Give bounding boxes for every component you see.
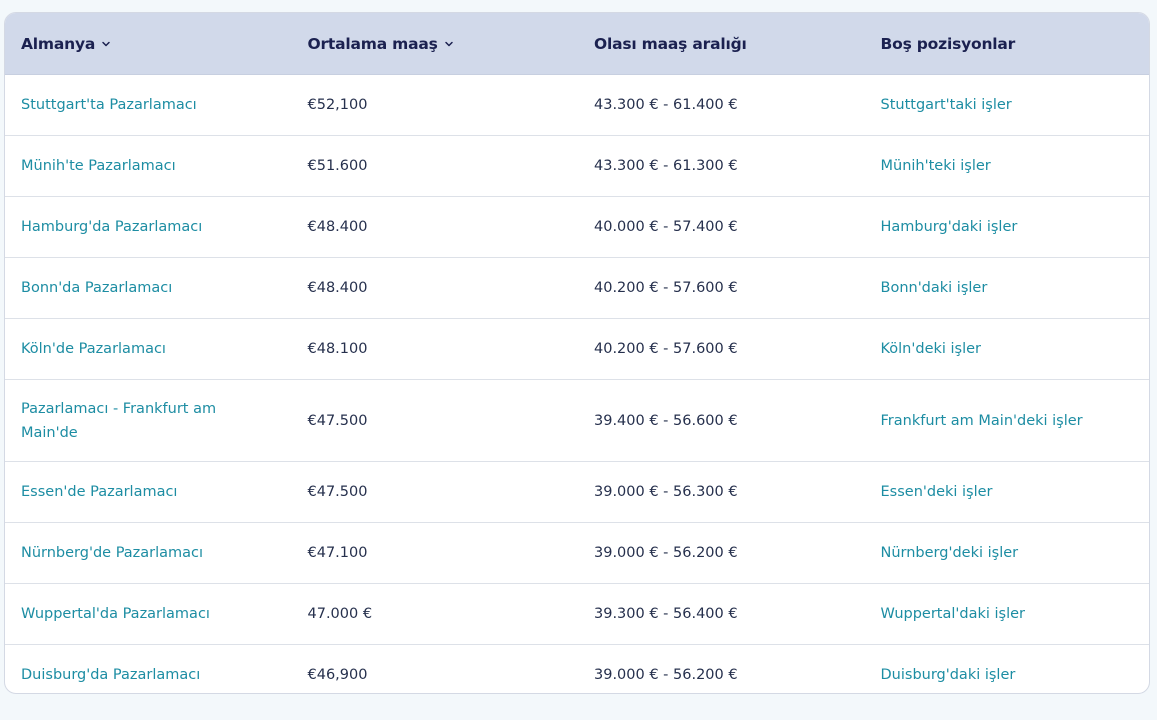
avg-salary: €52,100 bbox=[307, 97, 368, 113]
jobs-link[interactable]: Hamburg'daki işler bbox=[881, 215, 1018, 239]
job-title-link[interactable]: Hamburg'da Pazarlamacı bbox=[21, 215, 232, 239]
salary-range: 43.300 € - 61.300 € bbox=[594, 158, 738, 174]
job-title-link[interactable]: Wuppertal'da Pazarlamacı bbox=[21, 602, 240, 626]
jobs-link[interactable]: Frankfurt am Main'deki işler bbox=[881, 409, 1083, 433]
avg-salary: €48.400 bbox=[307, 219, 368, 235]
salary-range: 40.200 € - 57.600 € bbox=[594, 341, 738, 357]
avg-salary: €47.100 bbox=[307, 545, 368, 561]
jobs-link[interactable]: Essen'deki işler bbox=[881, 480, 993, 504]
table-row: Stuttgart'ta Pazarlamacı €52,100 43.300 … bbox=[5, 75, 1149, 136]
chevron-down-icon bbox=[102, 41, 110, 46]
jobs-link[interactable]: Duisburg'daki işler bbox=[881, 663, 1016, 687]
header-range-label: Olası maaş aralığı bbox=[594, 34, 747, 53]
job-title-link[interactable]: Pazarlamacı - Frankfurt am Main'de bbox=[21, 397, 292, 445]
avg-salary: €51.600 bbox=[307, 158, 368, 174]
table-row: Münih'te Pazarlamacı €51.600 43.300 € - … bbox=[5, 136, 1149, 197]
table-row: Pazarlamacı - Frankfurt am Main'de €47.5… bbox=[5, 380, 1149, 462]
job-title-link[interactable]: Stuttgart'ta Pazarlamacı bbox=[21, 93, 227, 117]
jobs-link[interactable]: Nürnberg'deki işler bbox=[881, 541, 1019, 565]
table-row: Hamburg'da Pazarlamacı €48.400 40.000 € … bbox=[5, 197, 1149, 258]
table-row: Essen'de Pazarlamacı €47.500 39.000 € - … bbox=[5, 462, 1149, 523]
salary-range: 43.300 € - 61.400 € bbox=[594, 97, 738, 113]
salary-range: 39.000 € - 56.200 € bbox=[594, 667, 738, 683]
job-title-link[interactable]: Bonn'da Pazarlamacı bbox=[21, 276, 202, 300]
salary-range: 39.000 € - 56.300 € bbox=[594, 484, 738, 500]
jobs-link[interactable]: Münih'teki işler bbox=[881, 154, 991, 178]
avg-salary: €48.100 bbox=[307, 341, 368, 357]
avg-salary: 47.000 € bbox=[307, 606, 373, 622]
salary-range: 39.300 € - 56.400 € bbox=[594, 606, 738, 622]
job-title-link[interactable]: Duisburg'da Pazarlamacı bbox=[21, 663, 230, 687]
chevron-down-icon bbox=[444, 41, 453, 46]
salary-range: 39.000 € - 56.200 € bbox=[594, 545, 738, 561]
avg-salary: €47.500 bbox=[307, 412, 368, 429]
table-row: Köln'de Pazarlamacı €48.100 40.200 € - 5… bbox=[5, 319, 1149, 380]
header-range: Olası maaş aralığı bbox=[578, 35, 865, 53]
job-title-link[interactable]: Essen'de Pazarlamacı bbox=[21, 480, 207, 504]
table-row: Bonn'da Pazarlamacı €48.400 40.200 € - 5… bbox=[5, 258, 1149, 319]
job-title-link[interactable]: Köln'de Pazarlamacı bbox=[21, 337, 196, 361]
header-jobs-label: Boş pozisyonlar bbox=[880, 34, 1016, 53]
jobs-link[interactable]: Stuttgart'taki işler bbox=[881, 93, 1012, 117]
jobs-link[interactable]: Bonn'daki işler bbox=[881, 276, 988, 300]
table-row: Duisburg'da Pazarlamacı €46,900 39.000 €… bbox=[5, 645, 1149, 693]
header-jobs: Boş pozisyonlar bbox=[865, 35, 1150, 53]
jobs-link[interactable]: Köln'deki işler bbox=[881, 337, 982, 361]
jobs-link[interactable]: Wuppertal'daki işler bbox=[881, 602, 1026, 626]
salary-range: 40.000 € - 57.400 € bbox=[594, 219, 738, 235]
salary-table: Almanya Ortalama maaş Olası maaş aralığı… bbox=[4, 12, 1150, 694]
table-header-row: Almanya Ortalama maaş Olası maaş aralığı… bbox=[5, 13, 1149, 75]
table-row: Nürnberg'de Pazarlamacı €47.100 39.000 €… bbox=[5, 523, 1149, 584]
avg-salary: €48.400 bbox=[307, 280, 368, 296]
header-avg-salary-label: Ortalama maaş bbox=[307, 34, 438, 53]
job-title-link[interactable]: Münih'te Pazarlamacı bbox=[21, 154, 206, 178]
header-avg-salary[interactable]: Ortalama maaş bbox=[292, 35, 579, 53]
salary-range: 40.200 € - 57.600 € bbox=[594, 280, 738, 296]
header-city-label: Almanya bbox=[21, 34, 96, 53]
salary-range: 39.400 € - 56.600 € bbox=[594, 412, 738, 429]
avg-salary: €46,900 bbox=[307, 667, 368, 683]
header-city[interactable]: Almanya bbox=[5, 35, 292, 53]
avg-salary: €47.500 bbox=[307, 484, 368, 500]
job-title-link[interactable]: Nürnberg'de Pazarlamacı bbox=[21, 541, 233, 565]
table-row: Wuppertal'da Pazarlamacı 47.000 € 39.300… bbox=[5, 584, 1149, 645]
